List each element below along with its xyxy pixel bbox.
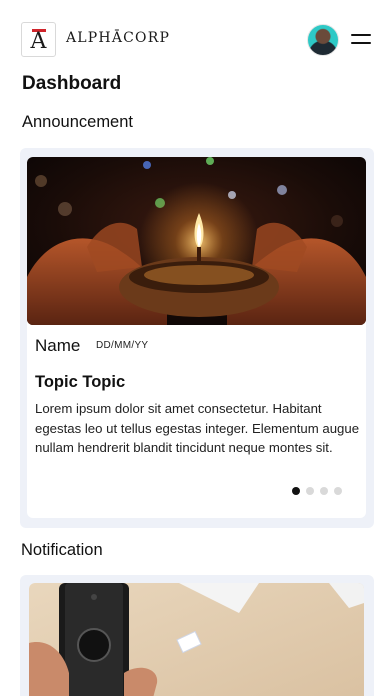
app-header: A ALPHĀCORP (0, 0, 392, 80)
page-title: Dashboard (22, 73, 122, 94)
carousel-dot-2[interactable] (306, 487, 314, 495)
announcement-section-title: Announcement (22, 113, 133, 131)
announcement-topic: Topic Topic (35, 373, 126, 391)
alphacorp-logo[interactable]: A (21, 22, 56, 57)
notification-image (29, 583, 364, 696)
announcement-body: Lorem ipsum dolor sit amet consectetur. … (35, 401, 360, 455)
announcement-carousel: Name DD/MM/YY Topic Topic Lorem ipsum do… (20, 148, 374, 528)
notification-section-title: Notification (21, 541, 103, 559)
menu-line-bottom (351, 42, 371, 44)
notification-carousel (20, 575, 374, 696)
carousel-dot-4[interactable] (334, 487, 342, 495)
user-avatar[interactable] (307, 24, 339, 56)
announcement-author-name: Name (35, 336, 81, 355)
logo-letter: A (30, 28, 47, 54)
carousel-dot-1[interactable] (292, 487, 300, 495)
announcement-image (27, 157, 366, 325)
carousel-pagination (292, 487, 342, 497)
brand-name: ALPHĀCORP (66, 30, 171, 46)
announcement-date: DD/MM/YY (96, 340, 149, 351)
carousel-dot-3[interactable] (320, 487, 328, 495)
notification-card[interactable] (29, 583, 364, 696)
menu-line-top (351, 34, 371, 36)
announcement-card[interactable]: Name DD/MM/YY Topic Topic Lorem ipsum do… (27, 157, 366, 518)
menu-icon[interactable] (351, 32, 371, 46)
